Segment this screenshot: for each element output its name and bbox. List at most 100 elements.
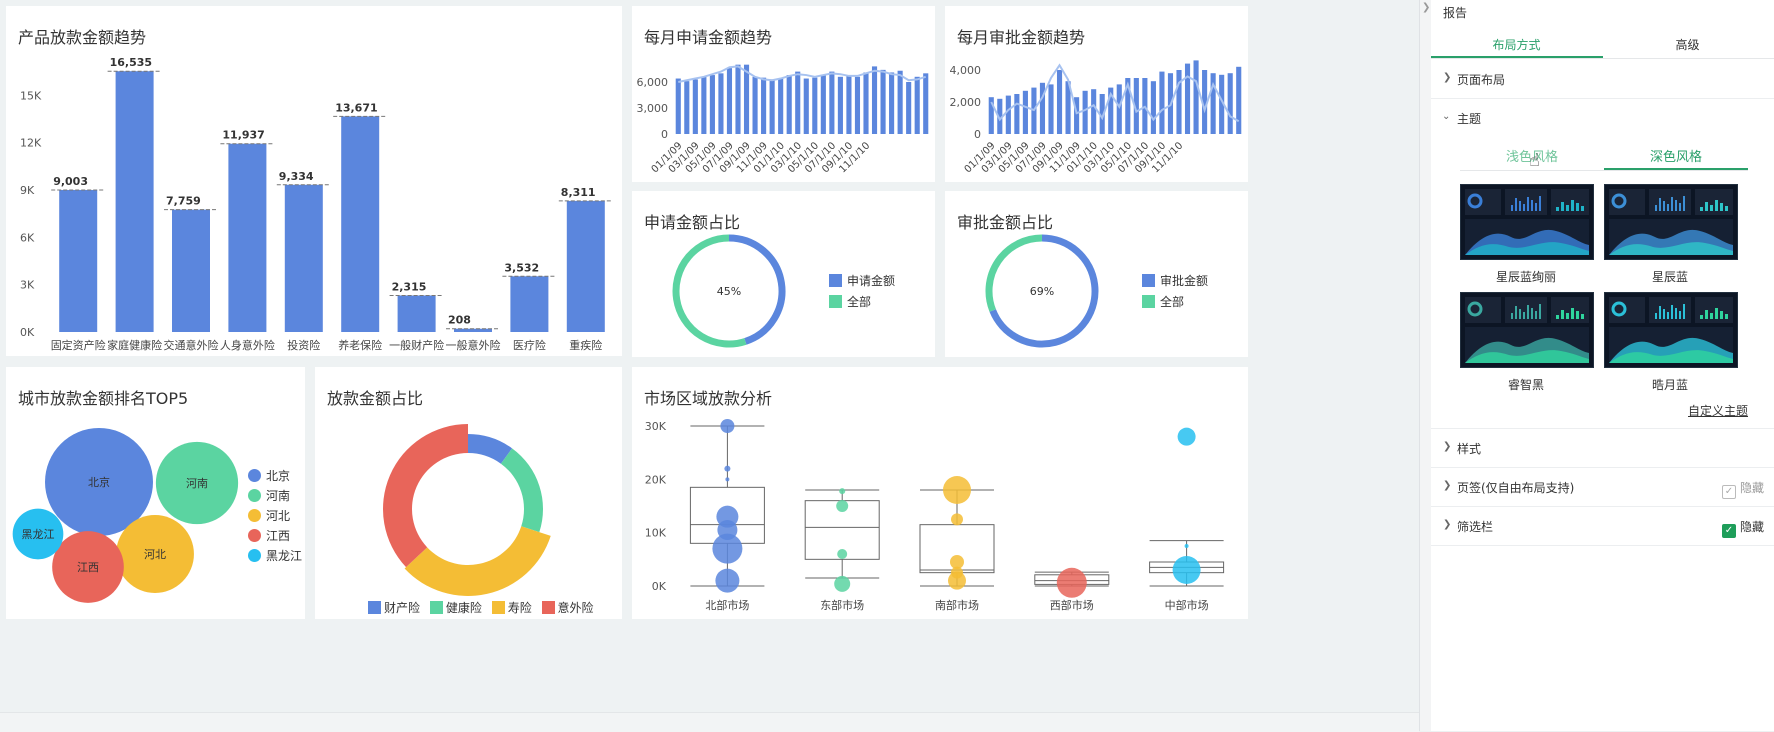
active-subtab-indicator [1604, 168, 1748, 170]
legend-item[interactable]: 北京 [248, 466, 302, 486]
bar [863, 72, 869, 134]
custom-theme-link[interactable]: 自定义主题 [1688, 402, 1748, 419]
thumb-panel [1551, 297, 1589, 323]
panel-splitter[interactable]: ❯ [1419, 0, 1431, 731]
city-top5-card[interactable]: 城市放款金额排名TOP5 北京 河南 河北 江西 黑龙江 北京 河南 河北 江西 黑龙江 [6, 367, 305, 619]
bar [914, 76, 920, 134]
thumb-bar [1561, 202, 1564, 211]
bar [1005, 95, 1011, 134]
monthly-approve-card[interactable]: 每月审批金额趋势 0 2,000 4,000 01/1/09 03/1/09 05/1/0… [945, 6, 1248, 182]
y-tick-label: 0K [20, 326, 35, 339]
theme-thumb-xingchen-vivid[interactable] [1460, 184, 1594, 260]
data-label: 8,311 [561, 186, 596, 199]
bar [341, 116, 380, 333]
loan-ratio-card[interactable]: 放款金额占比 财产险 健康险 寿险 意外险 [315, 367, 622, 619]
x-tick-label: 中部市场 [1165, 598, 1209, 612]
thumb-bar [1515, 198, 1517, 211]
tab-advanced[interactable]: 高级 [1602, 36, 1773, 53]
section-page-tab[interactable]: ❯ 页签(仅自由布局支持) ✓ 隐藏 [1431, 468, 1774, 507]
bar [871, 66, 878, 134]
legend-swatch [1142, 295, 1155, 308]
donut-slice [404, 526, 551, 596]
bar [854, 76, 861, 134]
collapse-icon[interactable]: ❯ [1422, 2, 1430, 13]
thumb-bar [1535, 311, 1537, 319]
x-tick-label: 固定资产险 [51, 338, 106, 352]
data-label: 9,334 [279, 170, 314, 183]
section-filter-bar[interactable]: ❯ 筛选栏 ✓ 隐藏 [1431, 507, 1774, 546]
x-tick-label: 南部市场 [935, 598, 979, 612]
bar [566, 200, 605, 332]
approve-ratio-card[interactable]: 审批金额占比 69% 审批金额 全部 [945, 191, 1248, 357]
legend-swatch [248, 529, 261, 542]
thumb-bar [1556, 315, 1559, 319]
legend-item[interactable]: 河南 [248, 486, 302, 506]
x-tick-label: 北部市场 [705, 598, 749, 612]
thumb-bar [1561, 310, 1564, 319]
bar [803, 78, 809, 134]
market-region-card[interactable]: 市场区域放款分析 0K 10K 20K 30K 北部市场 东部市场 南部市场 西部市场 中部市场 [632, 367, 1248, 619]
x-tick-label: 一般意外险 [446, 338, 501, 352]
theme-thumb-ruizhi-black[interactable] [1460, 292, 1594, 368]
bar [1184, 63, 1191, 134]
bar [880, 69, 886, 134]
theme-thumb-haoyue-blue[interactable] [1604, 292, 1738, 368]
bar [59, 190, 98, 332]
legend-item[interactable]: 财产险 [368, 601, 420, 615]
thumb-bar [1531, 308, 1533, 319]
bar [675, 78, 681, 134]
chevron-right-icon: ❯ [1443, 72, 1452, 83]
legend-item[interactable]: 全部 [829, 292, 895, 313]
legend-item[interactable]: 江西 [248, 526, 302, 546]
legend-swatch [829, 295, 842, 308]
legend-swatch [491, 601, 505, 614]
theme-label: 睿智黑 [1507, 378, 1544, 392]
thumb-bar [1659, 306, 1661, 319]
product-loan-card[interactable]: 产品放款金额趋势 0K 3K 6K 9K 12K 15K 9,003 固定资产险 16,535 家… [6, 6, 622, 356]
legend-item[interactable]: 申请金额 [829, 271, 895, 292]
legend-item[interactable]: 意外险 [541, 601, 594, 615]
check-icon: ✓ [1721, 524, 1736, 538]
section-style[interactable]: ❯ 样式 [1431, 429, 1774, 468]
legend-item[interactable]: 审批金额 [1142, 271, 1208, 292]
ring-slice [985, 234, 1043, 312]
thumb-bar [1556, 207, 1559, 211]
thumb-panel [1695, 297, 1733, 323]
tab-layout[interactable]: 布局方式 [1431, 36, 1602, 53]
legend-swatch [248, 549, 261, 562]
trend-line [990, 63, 1240, 123]
settings-panel: 报告 布局方式 高级 ❯ 页面布局 ⌄ 主题 浅色风格 深色风格 星辰蓝绚丽 星… [1431, 0, 1774, 731]
bar [923, 73, 929, 134]
theme-label: 晧月蓝 [1651, 378, 1688, 392]
filter-bar-hide-checkbox[interactable]: ✓ 隐藏 [1721, 518, 1764, 538]
thumb-bar [1566, 313, 1569, 319]
horizontal-scrollbar[interactable] [0, 712, 1419, 732]
thumb-bar [1720, 203, 1723, 211]
page-tab-hide-checkbox[interactable]: ✓ 隐藏 [1721, 479, 1764, 499]
y-tick-label: 0 [974, 128, 981, 141]
y-tick-label: 20K [645, 473, 667, 486]
bar [1048, 84, 1054, 134]
bar [709, 75, 715, 134]
bar [726, 68, 733, 134]
legend-item[interactable]: 河北 [248, 506, 302, 526]
legend-swatch [829, 274, 842, 287]
legend-item[interactable]: 黑龙江 [248, 546, 302, 566]
legend-swatch [1142, 274, 1155, 287]
legend-item[interactable]: 寿险 [491, 601, 532, 615]
section-page-layout[interactable]: ❯ 页面布局 [1431, 60, 1774, 99]
theme-thumb-xingchen-blue[interactable] [1604, 184, 1738, 260]
legend-item[interactable]: 健康险 [429, 601, 482, 615]
tab-dark-style[interactable]: 深色风格 [1604, 146, 1748, 165]
section-theme[interactable]: ⌄ 主题 [1431, 99, 1774, 137]
loan-ratio-legend: 财产险 健康险 寿险 意外险 [368, 599, 600, 616]
apply-ratio-card[interactable]: 申请金额占比 45% 申请金额 全部 [632, 191, 935, 357]
panel-title: 报告 [1443, 6, 1468, 20]
legend-item[interactable]: 全部 [1142, 292, 1208, 313]
x-tick-label: 交通意外险 [164, 338, 219, 352]
monthly-apply-card[interactable]: 每月申请金额趋势 0 3,000 6,000 01/1/09 03/1/09 05/1/0… [632, 6, 935, 182]
donut-slice [500, 448, 543, 533]
bar [1082, 90, 1088, 134]
bar [701, 76, 707, 134]
bar [684, 81, 690, 134]
